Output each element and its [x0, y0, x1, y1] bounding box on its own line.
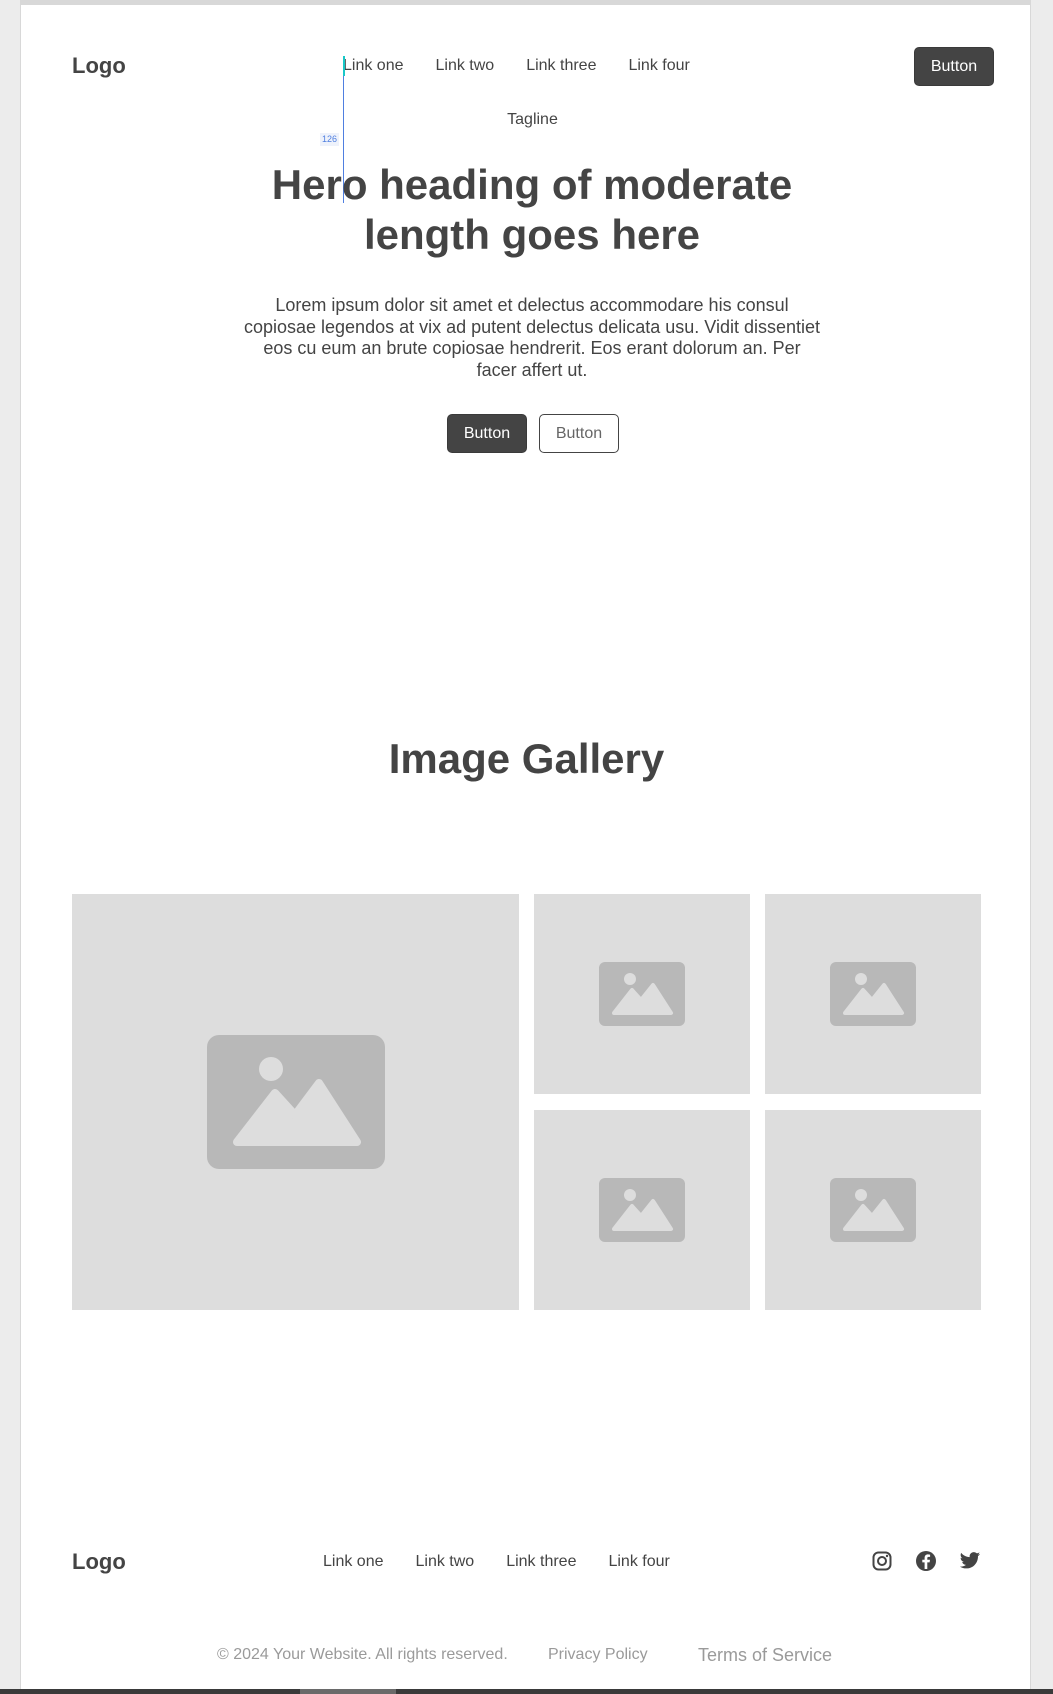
gallery-title: Image Gallery: [388, 735, 665, 782]
footer-nav-link-four[interactable]: Link four: [608, 1553, 669, 1571]
footer-privacy-link[interactable]: Privacy Policy: [548, 1646, 648, 1664]
header-logo[interactable]: Logo: [72, 53, 126, 79]
facebook-icon[interactable]: [914, 1549, 938, 1573]
header-nav: Link one Link two Link three Link four: [343, 57, 690, 75]
top-border: [21, 0, 1030, 5]
footer-nav-link-three[interactable]: Link three: [506, 1553, 576, 1571]
gallery-image-2[interactable]: [534, 894, 750, 1094]
gallery-image-3[interactable]: [765, 894, 981, 1094]
twitter-icon[interactable]: [958, 1549, 982, 1573]
footer-copyright: © 2024 Your Website. All rights reserved…: [217, 1646, 508, 1663]
footer-logo[interactable]: Logo: [72, 1549, 126, 1575]
text-cursor-marker: [343, 56, 345, 76]
gallery-image-5[interactable]: [765, 1110, 981, 1310]
hero-primary-button[interactable]: Button: [447, 414, 527, 453]
footer-nav: Link one Link two Link three Link four: [323, 1553, 670, 1571]
hero-body-text: Lorem ipsum dolor sit amet et delectus a…: [243, 295, 821, 380]
gallery-image-4[interactable]: [534, 1110, 750, 1310]
header-nav-link-two[interactable]: Link two: [436, 57, 495, 75]
header-nav-link-three[interactable]: Link three: [526, 57, 596, 75]
hero-secondary-button[interactable]: Button: [539, 414, 619, 453]
image-placeholder-icon: [830, 1178, 916, 1242]
bottom-border-segment: [300, 1689, 396, 1694]
bottom-border: [0, 1689, 1053, 1694]
image-placeholder-icon: [830, 962, 916, 1026]
footer-nav-link-two[interactable]: Link two: [416, 1553, 475, 1571]
measure-guide-label: 126: [320, 133, 340, 146]
image-placeholder-icon: [206, 1035, 385, 1169]
hero-heading: Hero heading of moderate length goes her…: [271, 161, 793, 258]
footer-terms-link[interactable]: Terms of Service: [698, 1645, 832, 1666]
footer-nav-link-one[interactable]: Link one: [323, 1553, 384, 1571]
instagram-icon[interactable]: [870, 1549, 894, 1573]
image-placeholder-icon: [599, 1178, 685, 1242]
gallery-image-large[interactable]: [72, 894, 519, 1310]
image-placeholder-icon: [599, 962, 685, 1026]
hero-tagline: Tagline: [507, 111, 558, 128]
header-nav-link-one[interactable]: Link one: [343, 57, 404, 75]
header-nav-link-four[interactable]: Link four: [628, 57, 689, 75]
header-cta-button[interactable]: Button: [914, 47, 994, 86]
